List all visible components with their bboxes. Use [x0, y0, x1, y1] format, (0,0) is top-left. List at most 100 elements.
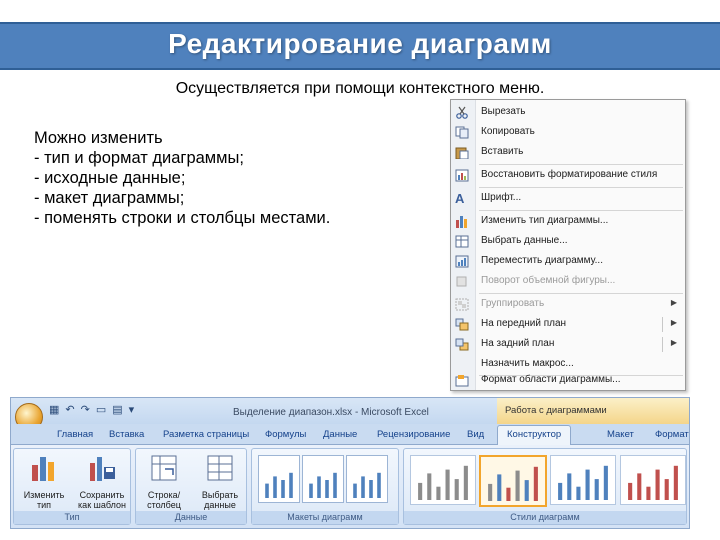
tab-home[interactable]: Главная [57, 429, 93, 440]
body-line: - тип и формат диаграммы; [34, 149, 244, 167]
submenu-arrow-icon[interactable]: ▶ [671, 338, 677, 347]
thumbnail-bar [418, 482, 423, 500]
thumbnail-bar [646, 486, 651, 500]
ribbon-tabs: Главная Вставка Разметка страницы Формул… [11, 424, 689, 445]
menu-item-label: Выбрать данные... [481, 235, 568, 246]
menu-item-label: Переместить диаграмму... [481, 255, 603, 266]
thumbnail-bar [533, 466, 538, 501]
thumbnail-bar [361, 476, 365, 498]
menu-item-reset-style[interactable]: Восстановить форматирование стиля [451, 166, 685, 186]
menu-item-change-chart-type[interactable]: Изменить тип диаграммы... [451, 212, 685, 232]
macro-icon [455, 358, 469, 371]
tab-review[interactable]: Рецензирование [377, 429, 450, 440]
style-option[interactable] [620, 455, 686, 505]
body-line: - макет диаграммы; [34, 189, 185, 207]
menu-item-paste[interactable]: Вставить [451, 143, 685, 163]
tab-design[interactable]: Конструктор [497, 425, 572, 445]
switch-row-column-button[interactable]: Строка/столбец [136, 453, 192, 510]
thumbnail-bar [664, 479, 669, 500]
menu-item-copy[interactable]: Копировать [451, 123, 685, 143]
tab-view[interactable]: Вид [467, 429, 484, 440]
quick-access-icons[interactable]: ▦↶↷▭▤▾ [49, 403, 140, 416]
menu-item-format-chart-area[interactable]: Формат области диаграммы... [451, 371, 685, 391]
save-template-label: Сохранить как шаблон [78, 490, 126, 510]
menu-item-cut[interactable]: Вырезать [451, 103, 685, 123]
tab-insert[interactable]: Вставка [109, 429, 144, 440]
select-data-icon [455, 235, 469, 248]
select-data-button[interactable]: Выбрать данные [192, 453, 248, 510]
menu-item-move-chart[interactable]: Переместить диаграмму... [451, 252, 685, 272]
tab-layout[interactable]: Макет [607, 429, 634, 440]
menu-item-label: Формат области диаграммы... [481, 374, 621, 385]
move-chart-icon [455, 255, 469, 268]
tab-data[interactable]: Данные [323, 429, 357, 440]
group-type: Изменить тип диаграммы Сохранить как шаб… [13, 448, 131, 525]
body-line: Можно изменить [34, 129, 163, 147]
menu-item-group[interactable]: Группировать ▶ [451, 295, 685, 315]
copy-icon [455, 126, 469, 139]
menu-item-label: Восстановить форматирование стиля [481, 169, 658, 180]
menu-item-font[interactable]: A Шрифт... [451, 189, 685, 209]
group-styles-label: Стили диаграмм [404, 511, 686, 524]
menu-item-select-data[interactable]: Выбрать данные... [451, 232, 685, 252]
thumbnail-bars [488, 466, 538, 501]
scissors-icon [456, 106, 468, 119]
save-template-button[interactable]: Сохранить как шаблон [74, 453, 130, 510]
menu-item-send-to-back[interactable]: На задний план ▶ [451, 335, 685, 355]
excel-ribbon: ▦↶↷▭▤▾ Выделение диапазон.xlsx - Microso… [10, 397, 690, 529]
tab-page-layout[interactable]: Разметка страницы [163, 429, 249, 440]
thumbnail-bars [265, 472, 293, 498]
chart-type-icon [456, 216, 467, 228]
style-option[interactable] [410, 455, 476, 505]
switch-row-column-icon [151, 455, 177, 481]
tab-formulas[interactable]: Формулы [265, 429, 306, 440]
slide-body: Можно изменить - тип и формат диаграммы;… [34, 128, 330, 228]
menu-item-label: Копировать [481, 126, 535, 137]
layout-option[interactable] [346, 455, 388, 503]
group-layouts: Макеты диаграмм [251, 448, 399, 525]
menu-item-label: Назначить макрос... [481, 358, 574, 369]
thumbnail-bars [418, 465, 468, 500]
submenu-arrow-icon: ▶ [670, 298, 677, 307]
tab-format[interactable]: Формат [655, 429, 689, 440]
menu-item-label: Группировать [481, 298, 545, 309]
menu-item-label: На задний план [481, 338, 555, 349]
thumbnail-bar [558, 482, 563, 500]
menu-item-3d-rotation[interactable]: Поворот объемной фигуры... [451, 272, 685, 292]
bring-front-icon [455, 318, 469, 331]
body-line: - исходные данные; [34, 169, 186, 187]
chart-tools-label: Работа с диаграммами [497, 398, 689, 424]
reset-style-icon [455, 169, 469, 182]
ribbon-groups: Изменить тип диаграммы Сохранить как шаб… [11, 445, 689, 528]
thumbnail-bars [558, 465, 608, 500]
thumbnail-bar [524, 480, 529, 501]
thumbnail-bar [445, 469, 450, 500]
thumbnail-bar [655, 469, 660, 500]
thumbnail-bar [309, 483, 313, 498]
layout-option[interactable] [302, 455, 344, 503]
layout-option[interactable] [258, 455, 300, 503]
thumbnail-bar [325, 480, 329, 498]
style-option[interactable] [550, 455, 616, 505]
thumbnail-bar [515, 470, 520, 501]
menu-item-label: Шрифт... [481, 192, 522, 203]
select-data-label: Выбрать данные [201, 490, 239, 510]
context-menu: Вырезать Копировать Вставить Восстановит… [450, 99, 686, 391]
thumbnail-bar [289, 472, 293, 498]
thumbnail-bar [281, 480, 285, 498]
window-title: Выделение диапазон.xlsx - Microsoft Exce… [233, 407, 429, 418]
menu-item-bring-to-front[interactable]: На передний план ▶ [451, 315, 685, 335]
submenu-arrow-icon[interactable]: ▶ [671, 318, 677, 327]
style-option-selected[interactable] [479, 455, 547, 507]
thumbnail-bar [576, 486, 581, 500]
thumbnail-bars [309, 472, 337, 498]
change-chart-type-button[interactable]: Изменить тип диаграммы [16, 453, 72, 520]
thumbnail-bar [333, 472, 337, 498]
thumbnail-bar [603, 465, 608, 500]
group-layouts-label: Макеты диаграмм [252, 511, 398, 524]
menu-item-label: Вырезать [481, 106, 526, 117]
menu-item-label: На передний план [481, 318, 567, 329]
thumbnail-bars [353, 472, 381, 498]
thumbnail-bar [454, 479, 459, 500]
quick-access-toolbar: ▦↶↷▭▤▾ Выделение диапазон.xlsx - Microso… [11, 398, 689, 431]
